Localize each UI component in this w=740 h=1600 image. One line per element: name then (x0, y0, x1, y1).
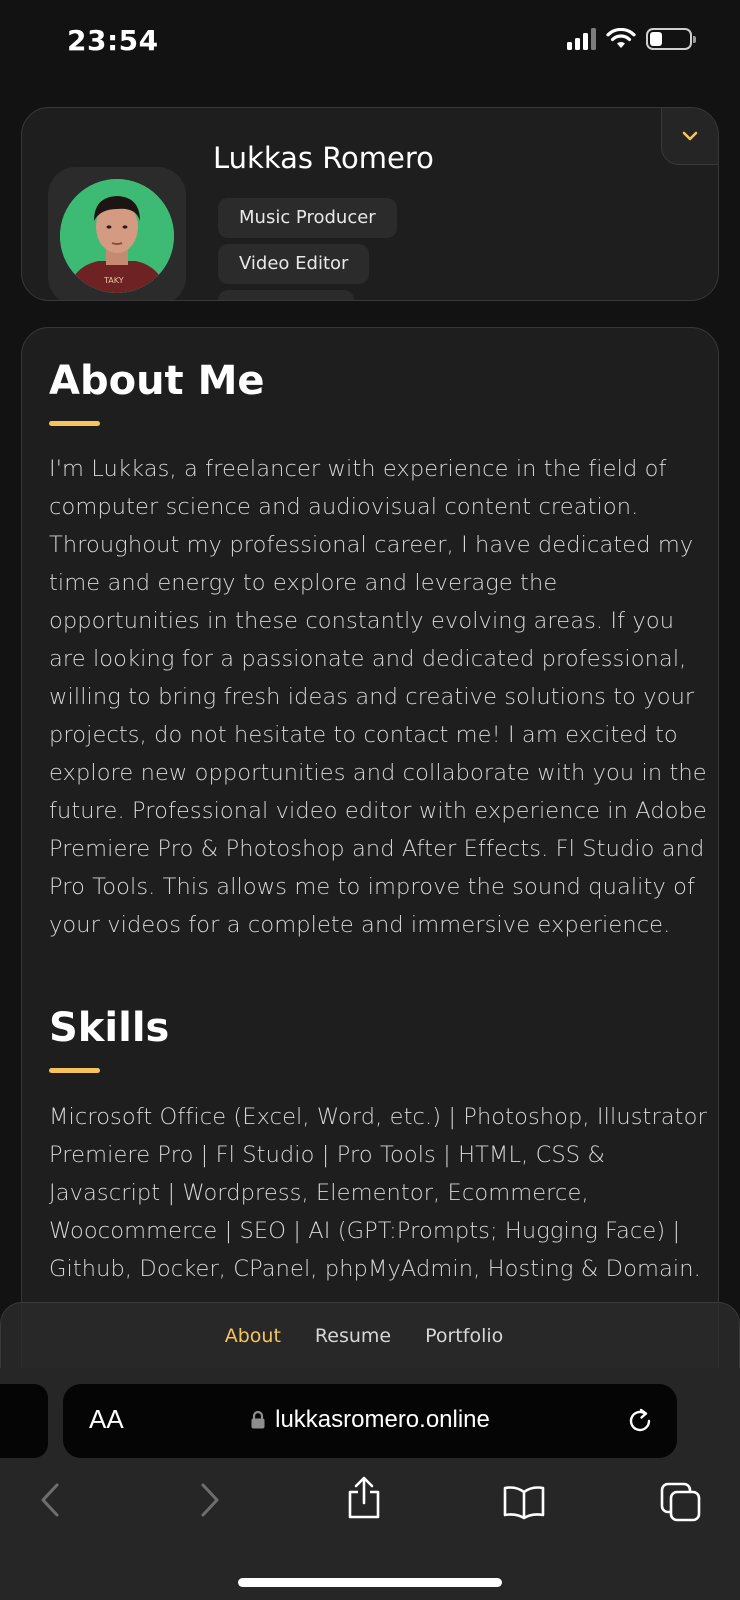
status-icons (567, 28, 696, 50)
svg-text:TAKY: TAKY (103, 276, 124, 285)
status-bar: 23:54 (0, 0, 740, 84)
back-button[interactable] (38, 1482, 62, 1522)
tabs-icon (660, 1482, 701, 1522)
title-tag-music-producer: Music Producer (218, 198, 397, 238)
url-text: lukkasromero.online (275, 1406, 490, 1433)
skills-heading: Skills (49, 1005, 170, 1051)
profile-card: TAKY Lukkas Romero Music Producer Video … (21, 107, 719, 301)
reload-button[interactable] (625, 1406, 655, 1440)
skills-heading-underline (49, 1068, 100, 1073)
home-indicator[interactable] (238, 1578, 502, 1587)
tabs-button[interactable] (660, 1482, 702, 1526)
reload-icon (629, 1408, 651, 1432)
signal-icon (567, 28, 596, 50)
show-contacts-button[interactable] (661, 108, 718, 165)
title-tag-video-editor: Video Editor (218, 244, 370, 284)
book-icon (503, 1486, 545, 1520)
chevron-left-icon (41, 1483, 59, 1517)
nav-link-about[interactable]: About (225, 1325, 281, 1347)
share-button[interactable] (346, 1476, 382, 1524)
about-heading: About Me (49, 358, 265, 404)
share-icon (348, 1476, 380, 1519)
wifi-icon (606, 28, 636, 48)
avatar-frame: TAKY (48, 167, 186, 300)
about-text: I'm Lukkas, a freelancer with experience… (49, 456, 707, 938)
status-time: 23:54 (67, 24, 159, 57)
bookmarks-button[interactable] (502, 1484, 546, 1524)
avatar: TAKY (60, 179, 174, 293)
nav-link-portfolio[interactable]: Portfolio (425, 1325, 503, 1347)
chevron-down-icon (682, 131, 698, 141)
previous-tab-preview[interactable] (0, 1384, 48, 1458)
chevron-right-icon (201, 1483, 219, 1517)
skills-text: Microsoft Office (Excel, Word, etc.) | P… (49, 1104, 707, 1282)
url-display[interactable]: lukkasromero.online (63, 1406, 677, 1434)
address-bar[interactable]: AA lukkasromero.online (63, 1384, 677, 1458)
about-heading-underline (49, 421, 100, 426)
forward-button[interactable] (198, 1482, 222, 1522)
nav-link-resume[interactable]: Resume (315, 1325, 391, 1347)
browser-chrome: AA lukkasromero.online (0, 1368, 740, 1600)
bottom-navbar: About Resume Portfolio (0, 1302, 740, 1370)
title-tag-partial (218, 290, 354, 300)
avatar-photo: TAKY (60, 179, 174, 293)
lock-icon (251, 1410, 265, 1429)
profile-name: Lukkas Romero (213, 141, 434, 175)
battery-icon (646, 28, 696, 50)
